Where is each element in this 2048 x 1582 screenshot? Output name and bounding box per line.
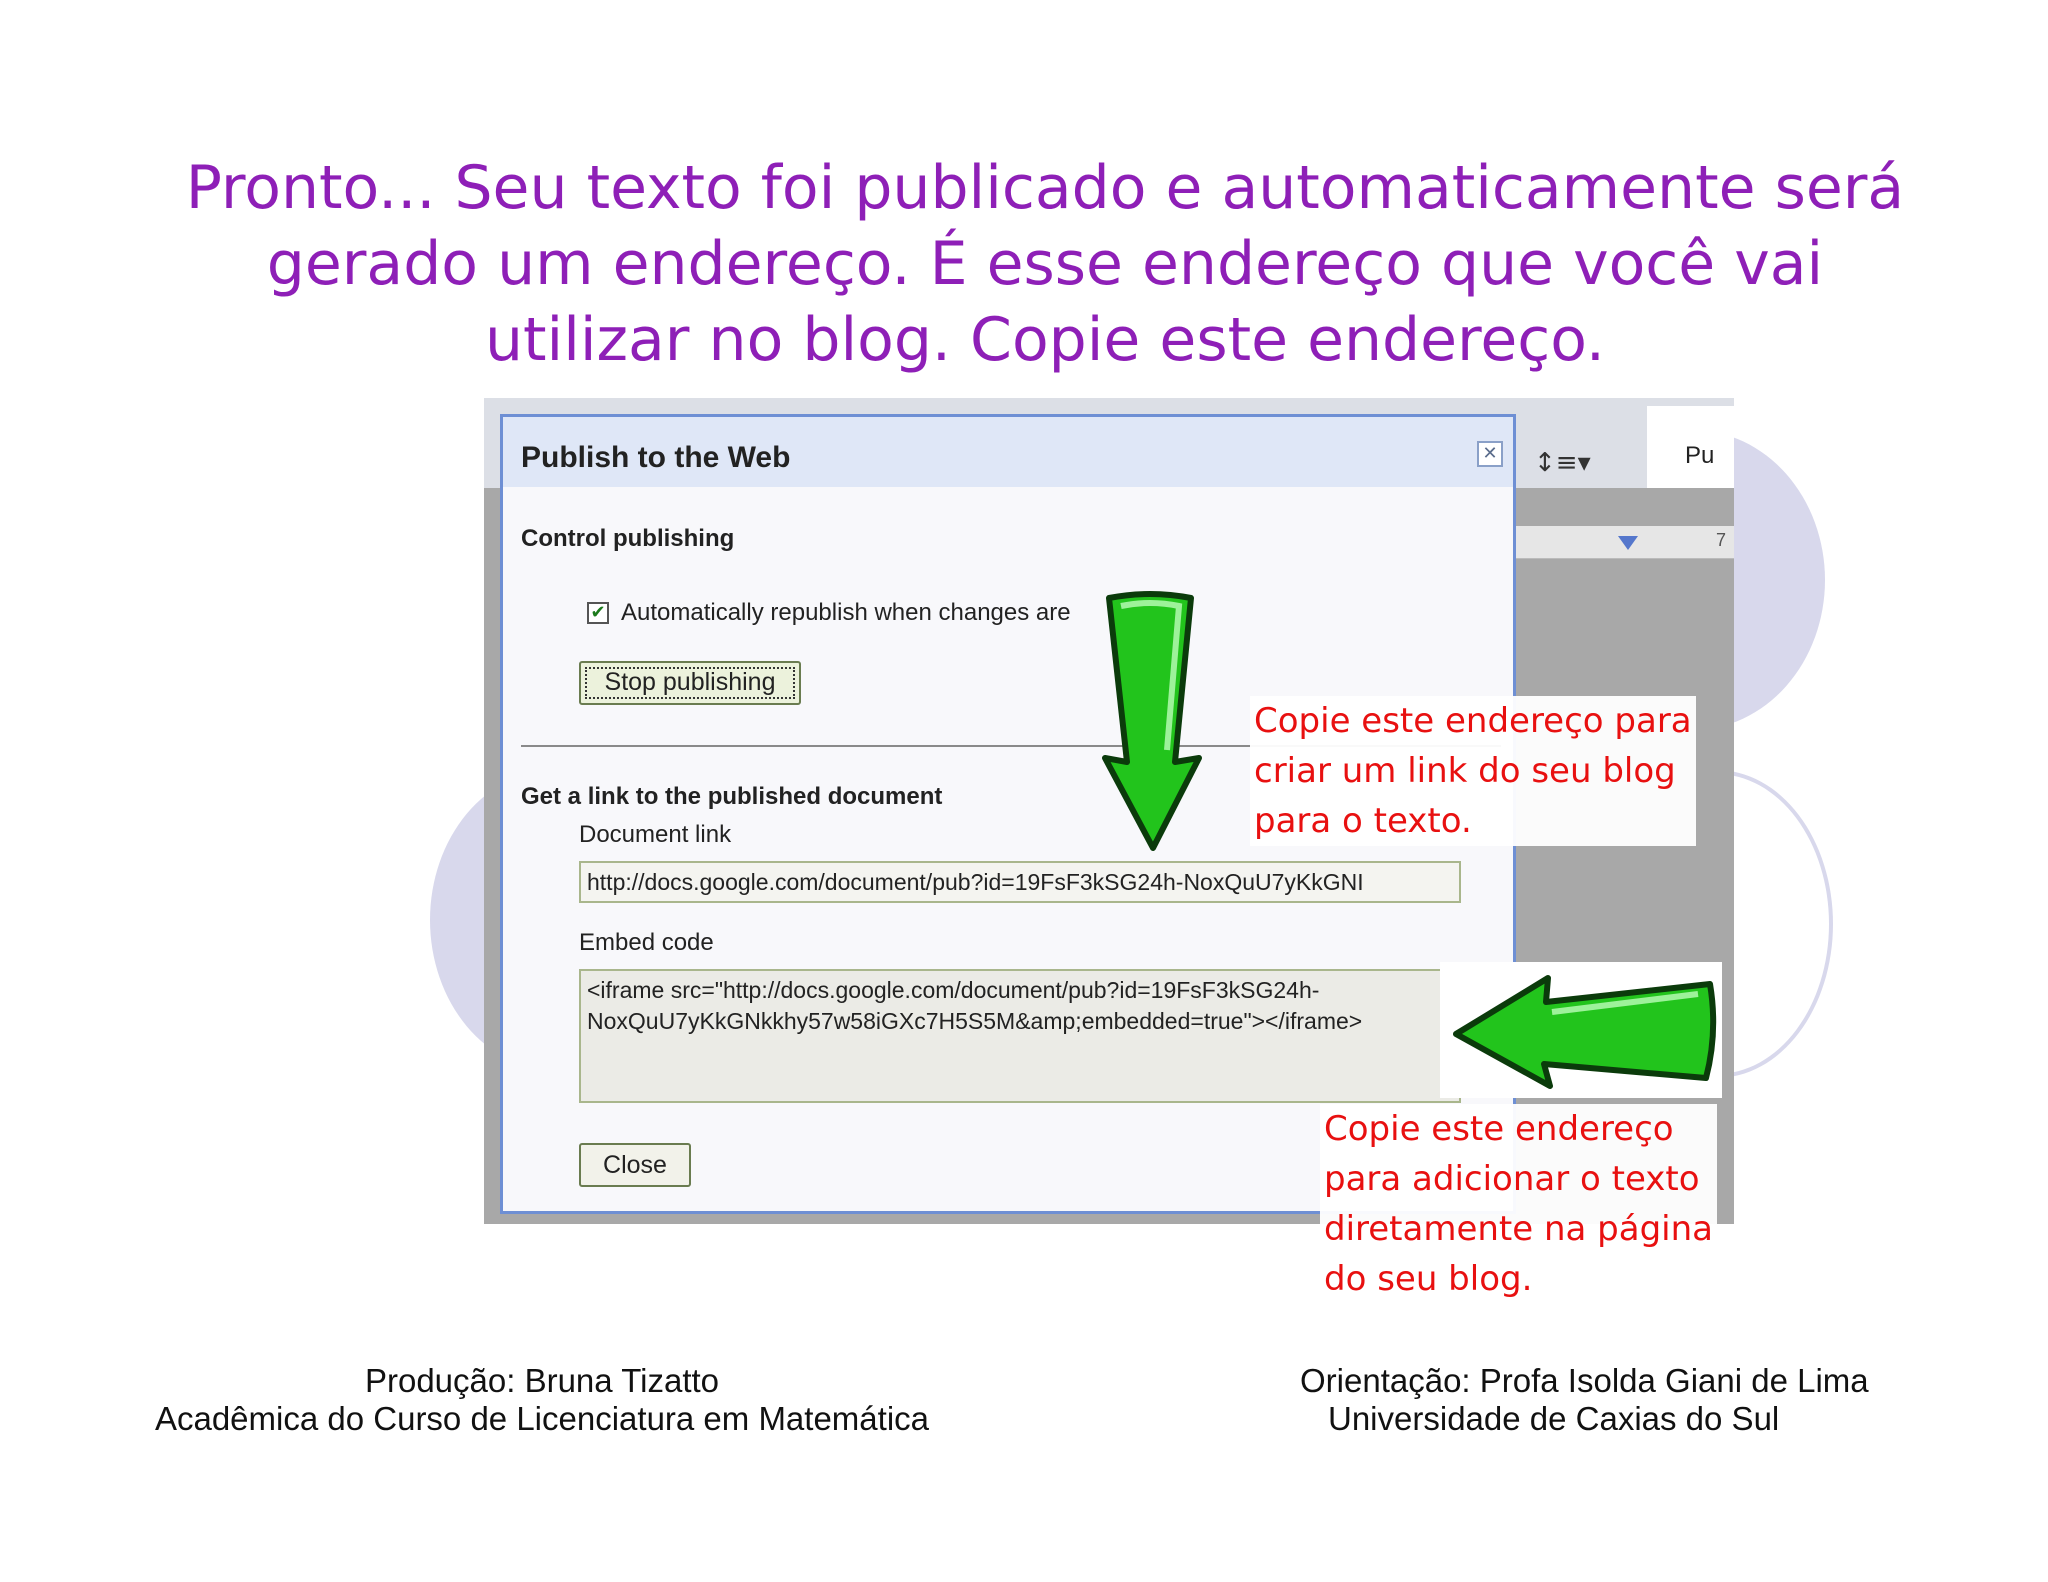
document-link-field[interactable]: http://docs.google.com/document/pub?id=1… bbox=[579, 861, 1461, 903]
auto-republish-label: Automatically republish when changes are bbox=[621, 599, 1071, 626]
embed-code-label: Embed code bbox=[579, 929, 714, 956]
footer-line: Acadêmica do Curso de Licenciatura em Ma… bbox=[154, 1400, 930, 1437]
dialog-header: Publish to the Web ✕ bbox=[503, 417, 1513, 487]
footer-line: Universidade de Caxias do Sul bbox=[1328, 1400, 1780, 1437]
green-arrow-left-icon bbox=[1453, 975, 1717, 1089]
callout-line: criar um link do seu blog bbox=[1254, 751, 1676, 791]
callout-line: para o texto. bbox=[1254, 801, 1472, 841]
published-link-heading: Get a link to the published document bbox=[521, 783, 943, 810]
auto-republish-row[interactable]: ✔ Automatically republish when changes ar… bbox=[587, 599, 1071, 629]
callout-copy-link: Copie este endereço para criar um link d… bbox=[1250, 696, 1696, 846]
embed-code-line: NoxQuU7yKkGNkkhy57w58iGXc7H5S5M&amp;embe… bbox=[587, 1008, 1363, 1034]
slide-title-line: gerado um endereço. É esse endereço que … bbox=[266, 229, 1824, 299]
close-icon[interactable]: ✕ bbox=[1477, 441, 1503, 467]
ruler-number: 7 bbox=[1716, 530, 1727, 550]
callout-line: Copie este endereço para bbox=[1254, 701, 1692, 741]
callout-line: para adicionar o texto bbox=[1324, 1159, 1700, 1199]
callout-line: diretamente na página bbox=[1324, 1209, 1714, 1249]
footer-credits-left: Produção: Bruna Tizatto Acadêmica do Cur… bbox=[112, 1362, 972, 1438]
callout-line: do seu blog. bbox=[1324, 1259, 1533, 1299]
publish-tab[interactable]: Pu bbox=[1647, 406, 1734, 488]
callout-line: Copie este endereço bbox=[1324, 1109, 1674, 1149]
footer-line: Produção: Bruna Tizatto bbox=[364, 1362, 720, 1399]
line-spacing-icon[interactable]: ↕≡▾ bbox=[1534, 448, 1591, 478]
indent-marker-icon[interactable] bbox=[1618, 536, 1638, 550]
slide-title-line: Pronto... Seu texto foi publicado e auto… bbox=[185, 153, 1905, 223]
green-arrow-down-icon bbox=[1102, 591, 1202, 851]
dialog-title: Publish to the Web bbox=[521, 441, 791, 474]
embed-code-field[interactable]: <iframe src="http://docs.google.com/docu… bbox=[579, 969, 1461, 1103]
control-publishing-heading: Control publishing bbox=[521, 525, 735, 552]
footer-line: Orientação: Profa Isolda Giani de Lima bbox=[1300, 1362, 1869, 1399]
ruler: 7 bbox=[1514, 526, 1734, 559]
footer-credits-right: Orientação: Profa Isolda Giani de Lima U… bbox=[1300, 1362, 1940, 1438]
callout-copy-embed: Copie este endereço para adicionar o tex… bbox=[1320, 1104, 1718, 1304]
slide-title-line: utilizar no blog. Copie este endereço. bbox=[484, 305, 1606, 375]
document-link-label: Document link bbox=[579, 821, 732, 848]
slide-title: Pronto... Seu texto foi publicado e auto… bbox=[150, 150, 1940, 378]
auto-republish-checkbox[interactable]: ✔ bbox=[587, 602, 609, 624]
stop-publishing-button[interactable]: Stop publishing bbox=[579, 661, 801, 705]
close-button[interactable]: Close bbox=[579, 1143, 691, 1187]
embed-code-line: <iframe src="http://docs.google.com/docu… bbox=[587, 977, 1320, 1003]
